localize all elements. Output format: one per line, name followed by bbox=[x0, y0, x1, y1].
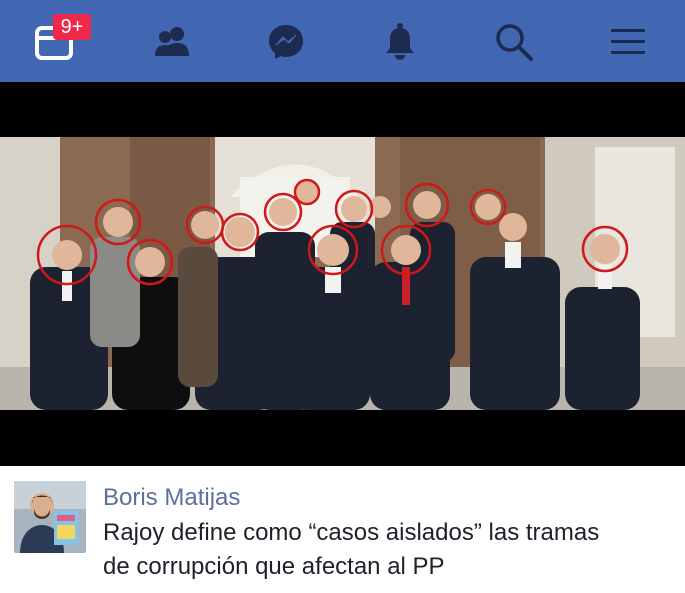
post-media[interactable] bbox=[0, 82, 685, 466]
top-navbar: 9+ bbox=[0, 0, 685, 82]
post-text-line-2: de corrupción que afectan al PP bbox=[103, 553, 445, 580]
post-card: Boris Matijas Rajoy define como “casos a… bbox=[0, 466, 685, 593]
menu-icon[interactable] bbox=[600, 14, 656, 70]
post-author-name[interactable]: Boris Matijas bbox=[103, 484, 240, 512]
group-photo bbox=[0, 137, 685, 410]
friends-icon[interactable] bbox=[144, 14, 200, 70]
messenger-icon[interactable] bbox=[258, 14, 314, 70]
post-text: Rajoy define como “casos aislados” las t… bbox=[103, 516, 673, 584]
search-icon[interactable] bbox=[486, 14, 542, 70]
avatar[interactable] bbox=[14, 481, 86, 553]
notification-count-badge: 9+ bbox=[53, 14, 91, 40]
notifications-icon[interactable] bbox=[372, 14, 428, 70]
post-text-line-1: Rajoy define como “casos aislados” las t… bbox=[103, 519, 600, 546]
